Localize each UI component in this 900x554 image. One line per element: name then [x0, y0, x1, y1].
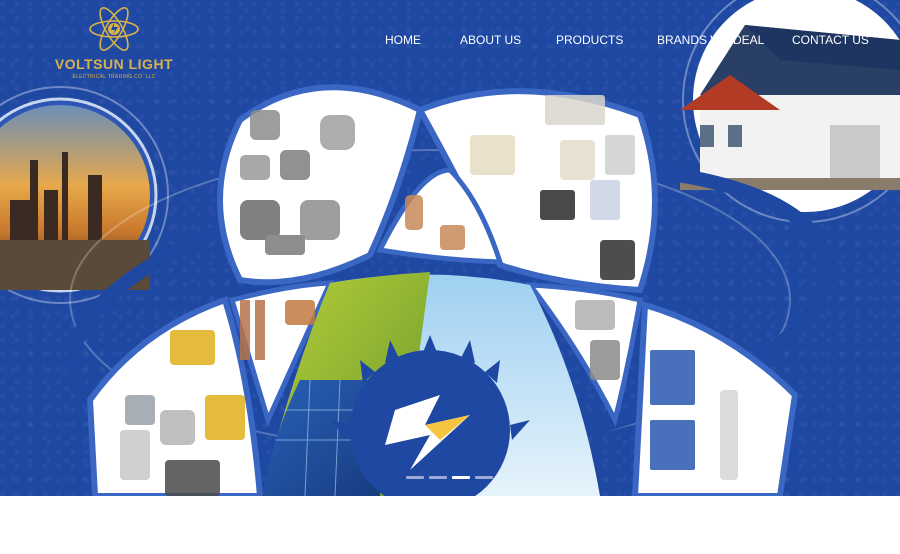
slider-dot-1[interactable]: [406, 476, 424, 479]
slider-dot-4[interactable]: [475, 476, 493, 479]
nav-contact-us[interactable]: CONTACT US: [792, 33, 869, 47]
hero-banner: VOLTSUN LIGHT ELECTRICAL TRADING CO. LLC…: [0, 0, 900, 496]
brand-tagline: ELECTRICAL TRADING CO. LLC: [72, 74, 156, 80]
brand-name: VOLTSUN LIGHT: [54, 56, 174, 72]
nav-about-us[interactable]: ABOUT US: [460, 33, 521, 47]
nav-products[interactable]: PRODUCTS: [556, 33, 623, 47]
brand-logo[interactable]: VOLTSUN LIGHT ELECTRICAL TRADING CO. LLC: [44, 4, 184, 84]
atom-logo-icon: [89, 7, 139, 51]
nav-brands-we-deal[interactable]: BRANDS WE DEAL: [657, 33, 764, 47]
page-body-area: [0, 496, 900, 554]
slider-dot-2[interactable]: [429, 476, 447, 479]
nav-home[interactable]: HOME: [385, 33, 421, 47]
slider-dot-3[interactable]: [452, 476, 470, 479]
